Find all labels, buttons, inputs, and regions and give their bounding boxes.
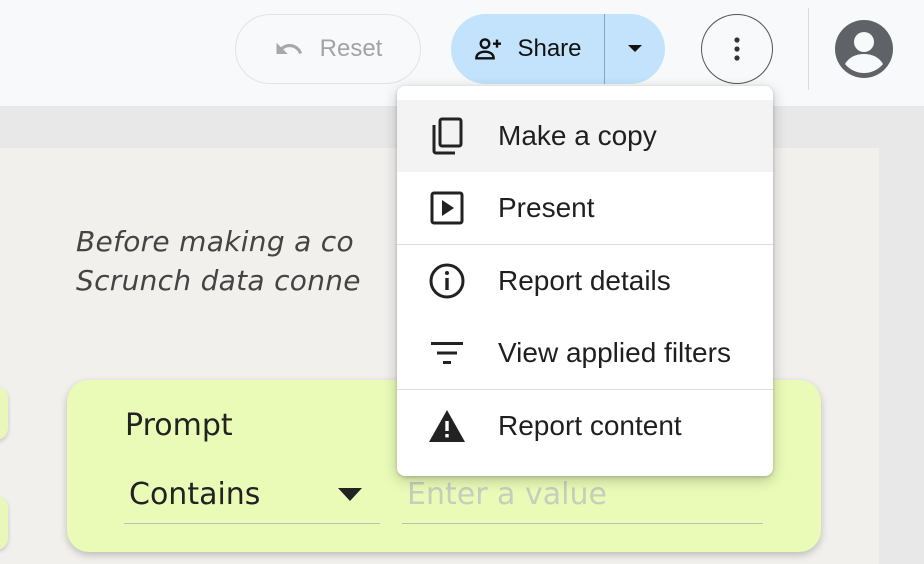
- dropdown-arrow-icon: [338, 488, 362, 501]
- menu-item-make-copy[interactable]: Make a copy: [397, 100, 773, 172]
- share-button[interactable]: Share: [451, 14, 605, 84]
- filter-field-label: Prompt: [125, 408, 233, 443]
- more-options-menu: Make a copy Present Report details View …: [397, 86, 773, 476]
- share-options-button[interactable]: [605, 14, 665, 84]
- menu-item-label: Report content: [498, 410, 682, 441]
- menu-item-label: Make a copy: [498, 120, 657, 151]
- notice-text-1: Before making a co: [76, 225, 354, 258]
- info-icon: [427, 263, 467, 299]
- side-control-top[interactable]: [0, 386, 8, 440]
- menu-item-label: Present: [498, 192, 595, 223]
- filter-operator-value: Contains: [129, 477, 261, 512]
- toolbar-divider: [808, 8, 809, 90]
- share-button-group: Share: [451, 14, 665, 84]
- side-control-bottom[interactable]: [0, 496, 8, 550]
- notice-text-2: Scrunch data conne: [76, 264, 361, 297]
- menu-item-report-content[interactable]: Report content: [397, 390, 773, 462]
- reset-button[interactable]: Reset: [235, 14, 421, 84]
- share-label: Share: [517, 35, 582, 62]
- more-options-button[interactable]: [701, 14, 773, 84]
- filter-operator-select[interactable]: Contains: [124, 466, 380, 524]
- menu-item-label: Report details: [498, 265, 671, 296]
- undo-icon: [276, 42, 302, 54]
- menu-item-report-details[interactable]: Report details: [397, 245, 773, 317]
- menu-item-label: View applied filters: [498, 337, 731, 368]
- copy-icon: [427, 117, 467, 155]
- caret-down-icon: [628, 45, 642, 52]
- filter-icon: [427, 335, 467, 371]
- present-icon: [427, 190, 467, 226]
- menu-item-view-filters[interactable]: View applied filters: [397, 317, 773, 389]
- person-add-icon: [475, 38, 502, 60]
- menu-item-present[interactable]: Present: [397, 172, 773, 244]
- more-vert-icon: [734, 37, 740, 61]
- reset-label: Reset: [319, 35, 383, 62]
- account-avatar-icon[interactable]: [835, 20, 893, 78]
- warning-icon: [427, 408, 467, 444]
